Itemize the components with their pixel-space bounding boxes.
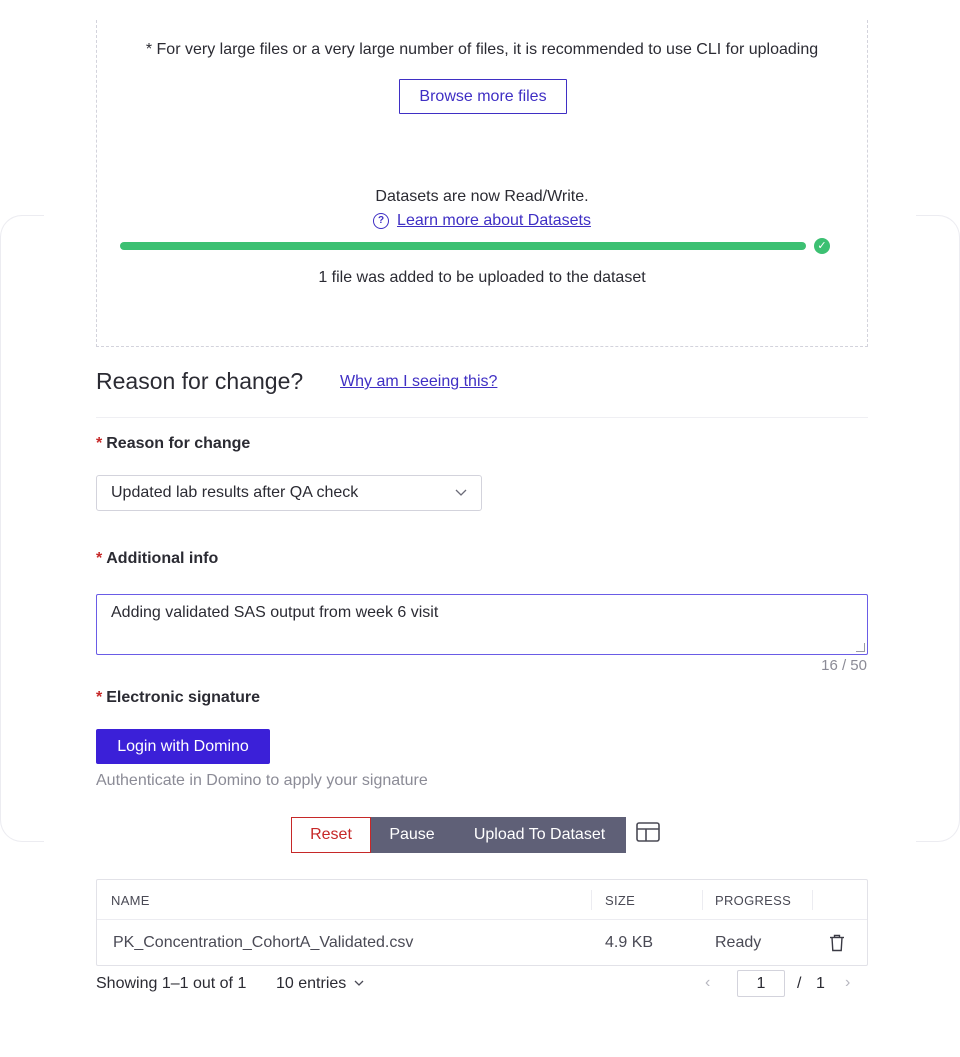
login-with-domino-button[interactable]: Login with Domino [96, 729, 270, 764]
entries-label: 10 entries [276, 975, 347, 992]
reason-section-title: Reason for change? [96, 368, 304, 394]
page-separator: / [797, 975, 802, 992]
info-label-text: Additional info [106, 550, 219, 567]
reset-button[interactable]: Reset [291, 817, 371, 853]
reason-select-value: Updated lab results after QA check [111, 484, 359, 501]
readwrite-notice: Datasets are now Read/Write. [375, 188, 589, 205]
signature-label-text: Electronic signature [106, 689, 261, 706]
file-progress-cell: Ready [715, 934, 762, 951]
column-header-name[interactable]: NAME [111, 880, 150, 920]
signature-field-label: * Electronic signature [96, 689, 260, 707]
background-card-left [0, 215, 44, 842]
cli-note: * For very large files or a very large n… [145, 41, 819, 58]
column-header-progress[interactable]: PROGRESS [715, 880, 791, 920]
section-divider [96, 417, 868, 418]
additional-info-textarea[interactable]: Adding validated SAS output from week 6 … [96, 594, 868, 655]
reason-select[interactable]: Updated lab results after QA check [96, 475, 482, 511]
required-marker: * [96, 550, 103, 567]
character-count: 16 / 50 [821, 657, 867, 674]
upload-page: * For very large files or a very large n… [0, 0, 960, 1057]
pagination-summary: Showing 1–1 out of 1 [96, 975, 247, 992]
file-size-cell: 4.9 KB [605, 934, 654, 951]
table-header: NAME SIZE PROGRESS [97, 880, 867, 920]
upload-to-dataset-button[interactable]: Upload To Dataset [453, 817, 626, 853]
files-table: NAME SIZE PROGRESS PK_Concentration_Coho… [96, 879, 868, 966]
required-marker: * [96, 689, 103, 706]
upload-dropzone[interactable]: * For very large files or a very large n… [96, 20, 868, 347]
column-divider [702, 890, 703, 910]
page-number-input[interactable] [737, 970, 785, 997]
chevron-down-icon [455, 486, 467, 500]
column-divider [812, 890, 813, 910]
learn-more-link[interactable]: Learn more about Datasets [397, 212, 591, 230]
upload-progress-bar [120, 242, 806, 250]
chevron-down-icon [354, 978, 364, 990]
signature-helper-text: Authenticate in Domino to apply your sig… [96, 772, 428, 789]
reason-label-text: Reason for change [106, 435, 251, 452]
help-icon: ? [373, 213, 390, 229]
layout-icon[interactable] [636, 822, 660, 842]
info-field-label: * Additional info [96, 550, 218, 568]
entries-per-page-select[interactable]: 10 entries [276, 975, 364, 993]
learn-more-row: ? Learn more about Datasets [97, 212, 867, 230]
resize-handle-icon[interactable] [856, 643, 865, 652]
chevron-left-icon[interactable]: ‹ [705, 974, 710, 992]
additional-info-value: Adding validated SAS output from week 6 … [111, 604, 439, 621]
file-name-cell: PK_Concentration_CohortA_Validated.csv [113, 934, 414, 951]
chevron-right-icon[interactable]: › [845, 974, 850, 992]
files-added-message: 1 file was added to be uploaded to the d… [318, 269, 646, 286]
background-card-right [916, 215, 960, 842]
reason-field-label: * Reason for change [96, 435, 250, 453]
check-circle-icon: ✓ [814, 238, 830, 254]
pause-button[interactable]: Pause [371, 817, 453, 853]
column-header-size[interactable]: SIZE [605, 880, 635, 920]
trash-icon[interactable] [829, 934, 845, 952]
column-divider [591, 890, 592, 910]
required-marker: * [96, 435, 103, 452]
why-seeing-this-link[interactable]: Why am I seeing this? [340, 373, 497, 391]
browse-more-files-button[interactable]: Browse more files [399, 79, 567, 114]
total-pages: 1 [816, 975, 825, 992]
